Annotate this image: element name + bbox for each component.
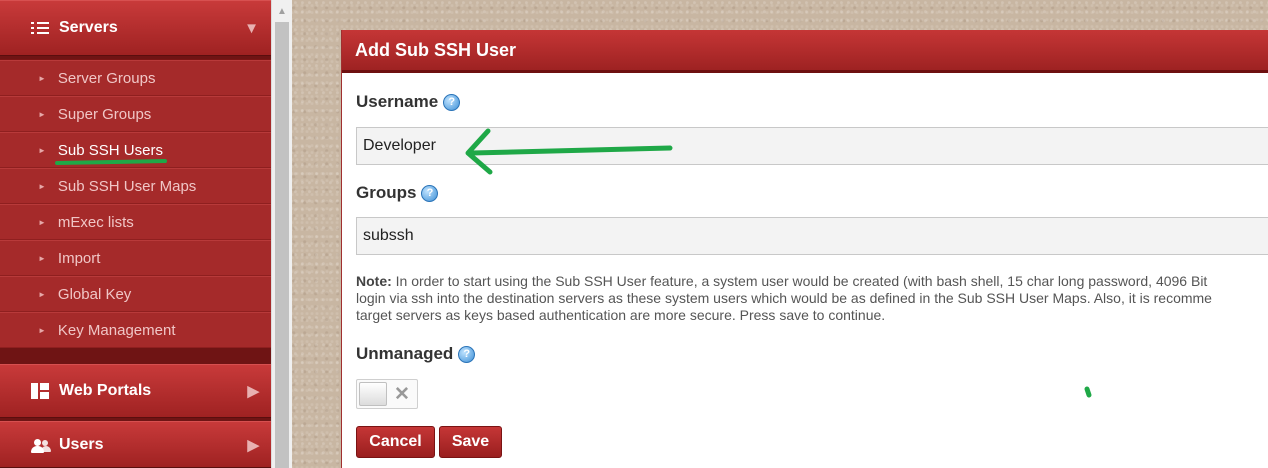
panel-title: Add Sub SSH User <box>355 39 517 60</box>
sidebar-item-global-key[interactable]: ► Global Key <box>0 276 271 312</box>
note-line-2: login via ssh into the destination serve… <box>356 290 1212 306</box>
users-icon <box>31 436 51 454</box>
grid-icon <box>31 382 51 400</box>
save-button[interactable]: Save <box>439 426 502 458</box>
sidebar-item-label: Global Key <box>57 285 132 303</box>
scrollbar-thumb[interactable] <box>275 22 289 468</box>
unmanaged-label-text: Unmanaged <box>356 344 454 363</box>
sidebar-section-web-portals[interactable]: Web Portals ▶ <box>0 364 271 418</box>
sidebar-item-import[interactable]: ► Import <box>0 240 271 276</box>
sidebar-item-label: Server Groups <box>57 69 156 87</box>
chevron-down-icon: ▼ <box>244 19 259 37</box>
bullet-icon: ► <box>38 73 46 83</box>
bullet-icon: ► <box>38 181 46 191</box>
sidebar-scrollbar[interactable]: ▲ <box>271 0 292 468</box>
sidebar-section-label: Web Portals <box>59 382 152 399</box>
groups-label-text: Groups <box>356 183 417 202</box>
bullet-icon: ► <box>38 253 46 263</box>
sidebar-item-mexec-lists[interactable]: ► mExec lists <box>0 204 271 240</box>
sidebar-section-label: Servers <box>59 19 118 36</box>
unmanaged-label: Unmanaged ? <box>356 344 476 364</box>
note-prefix: Note: <box>356 273 392 289</box>
add-sub-ssh-user-panel: Add Sub SSH User Username ? Groups ? Not… <box>341 30 1268 468</box>
sidebar-item-label: Import <box>57 249 101 267</box>
help-icon[interactable]: ? <box>421 184 439 202</box>
note-line-3: target servers as keys based authenticat… <box>356 307 886 323</box>
note-text: Note: In order to start using the Sub SS… <box>356 273 1268 324</box>
help-icon[interactable]: ? <box>458 345 476 363</box>
chevron-right-icon: ▶ <box>247 436 259 454</box>
sidebar: Servers ▼ ► Server Groups ► Super Groups… <box>0 0 271 468</box>
scroll-up-icon[interactable]: ▲ <box>272 3 292 21</box>
sidebar-section-users[interactable]: Users ▶ <box>0 421 271 468</box>
sidebar-section-servers[interactable]: Servers ▼ <box>0 0 271 56</box>
annotation-underline <box>54 159 168 165</box>
bullet-icon: ► <box>38 217 46 227</box>
close-icon: ✕ <box>394 384 410 405</box>
sidebar-item-sub-ssh-user-maps[interactable]: ► Sub SSH User Maps <box>0 168 271 204</box>
sidebar-item-server-groups[interactable]: ► Server Groups <box>0 60 271 96</box>
help-icon[interactable]: ? <box>443 93 461 111</box>
username-label: Username ? <box>356 92 461 112</box>
sidebar-sub-list: ► Server Groups ► Super Groups ► Sub SSH… <box>0 59 271 348</box>
sidebar-item-super-groups[interactable]: ► Super Groups <box>0 96 271 132</box>
groups-input[interactable] <box>356 217 1268 255</box>
sidebar-item-label: Super Groups <box>57 105 152 123</box>
sidebar-item-key-management[interactable]: ► Key Management <box>0 312 271 348</box>
panel-header: Add Sub SSH User <box>342 30 1268 73</box>
username-input[interactable] <box>356 127 1268 165</box>
sidebar-item-label: Sub SSH Users <box>57 141 163 159</box>
username-label-text: Username <box>356 92 439 111</box>
groups-label: Groups ? <box>356 183 439 203</box>
note-line-1: In order to start using the Sub SSH User… <box>391 273 1208 289</box>
chevron-right-icon: ▶ <box>247 383 259 400</box>
sidebar-item-label: mExec lists <box>57 213 134 231</box>
list-icon <box>31 19 51 37</box>
bullet-icon: ► <box>38 289 46 299</box>
unmanaged-toggle[interactable]: ✕ <box>356 379 418 409</box>
sidebar-item-label: Key Management <box>57 321 176 339</box>
bullet-icon: ► <box>38 145 46 155</box>
bullet-icon: ► <box>38 109 46 119</box>
bullet-icon: ► <box>38 325 46 335</box>
sidebar-item-sub-ssh-users[interactable]: ► Sub SSH Users <box>0 132 271 168</box>
sidebar-section-label: Users <box>59 435 104 453</box>
cancel-button[interactable]: Cancel <box>356 426 435 458</box>
toggle-knob <box>359 382 387 406</box>
sidebar-item-label: Sub SSH User Maps <box>57 177 197 195</box>
